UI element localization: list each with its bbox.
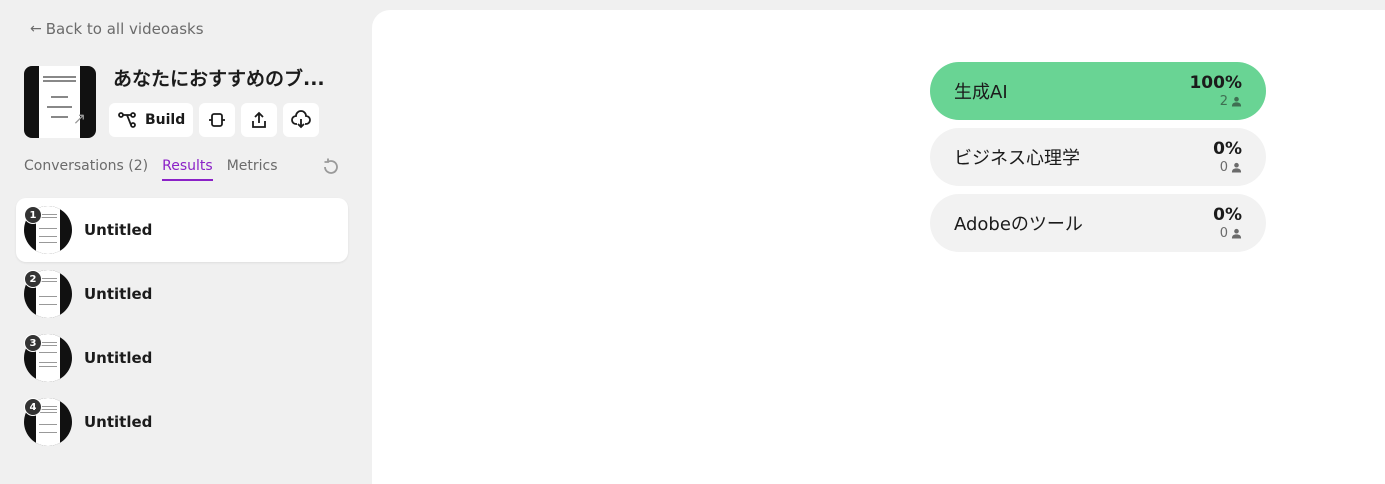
person-icon (1231, 228, 1242, 239)
share-icon (252, 111, 267, 128)
option-percent: 0% (1213, 139, 1242, 159)
list-item[interactable]: 4 Untitled (16, 390, 348, 454)
cloud-download-icon (291, 110, 312, 129)
tab-metrics[interactable]: Metrics (227, 158, 278, 181)
option-label: ビジネス心理学 (954, 148, 1080, 169)
result-option: ビジネス心理学 0% 0 (930, 128, 1266, 186)
results-tabs: Conversations (2) Results Metrics (24, 158, 278, 181)
share-button[interactable] (241, 103, 278, 137)
refresh-icon[interactable] (321, 157, 341, 177)
conversation-label: Untitled (84, 221, 153, 239)
conversation-number-badge: 4 (24, 398, 42, 416)
download-button[interactable] (283, 103, 320, 137)
project-thumbnail[interactable]: ↗ (24, 66, 96, 138)
back-link[interactable]: ← Back to all videoasks (30, 20, 204, 38)
project-toolbar: Build (109, 103, 320, 137)
list-item[interactable]: 2 Untitled (16, 262, 348, 326)
settings-chip-icon (209, 113, 226, 127)
back-link-label: Back to all videoasks (45, 20, 204, 38)
sidebar: ← Back to all videoasks ↗ あなたにおすすめのブ... … (0, 0, 372, 484)
conversation-label: Untitled (84, 285, 153, 303)
tab-conversations[interactable]: Conversations (2) (24, 158, 148, 181)
result-option: 生成AI 100% 2 (930, 62, 1266, 120)
results-panel: 生成AI 100% 2 ビジネス心理学 0% 0 Adobeのツール 0% 0 (372, 10, 1385, 484)
tab-results[interactable]: Results (162, 158, 213, 181)
option-percent: 0% (1213, 205, 1242, 225)
open-external-icon: ↗ (72, 109, 86, 128)
conversation-number-badge: 2 (24, 270, 42, 288)
arrow-left-icon: ← (30, 21, 42, 37)
option-percent: 100% (1189, 73, 1242, 93)
option-label: 生成AI (954, 82, 1008, 103)
result-option: Adobeのツール 0% 0 (930, 194, 1266, 252)
option-count: 2 (1219, 94, 1228, 109)
conversation-label: Untitled (84, 349, 153, 367)
option-count: 0 (1219, 226, 1228, 241)
option-label: Adobeのツール (954, 214, 1083, 235)
conversation-label: Untitled (84, 413, 153, 431)
build-button[interactable]: Build (109, 103, 194, 137)
conversation-list: 1 Untitled 2 Untitled 3 Untitled 4 Untit… (16, 198, 348, 454)
person-icon (1231, 96, 1242, 107)
conversation-number-badge: 3 (24, 334, 42, 352)
project-title: あなたにおすすめのブ... (113, 68, 325, 90)
poll-results: 生成AI 100% 2 ビジネス心理学 0% 0 Adobeのツール 0% 0 (930, 62, 1266, 260)
list-item[interactable]: 1 Untitled (16, 198, 348, 262)
option-count: 0 (1219, 160, 1228, 175)
list-item[interactable]: 3 Untitled (16, 326, 348, 390)
build-button-label: Build (145, 112, 186, 128)
settings-button[interactable] (199, 103, 236, 137)
person-icon (1231, 162, 1242, 173)
conversation-number-badge: 1 (24, 206, 42, 224)
flow-icon (118, 112, 136, 128)
